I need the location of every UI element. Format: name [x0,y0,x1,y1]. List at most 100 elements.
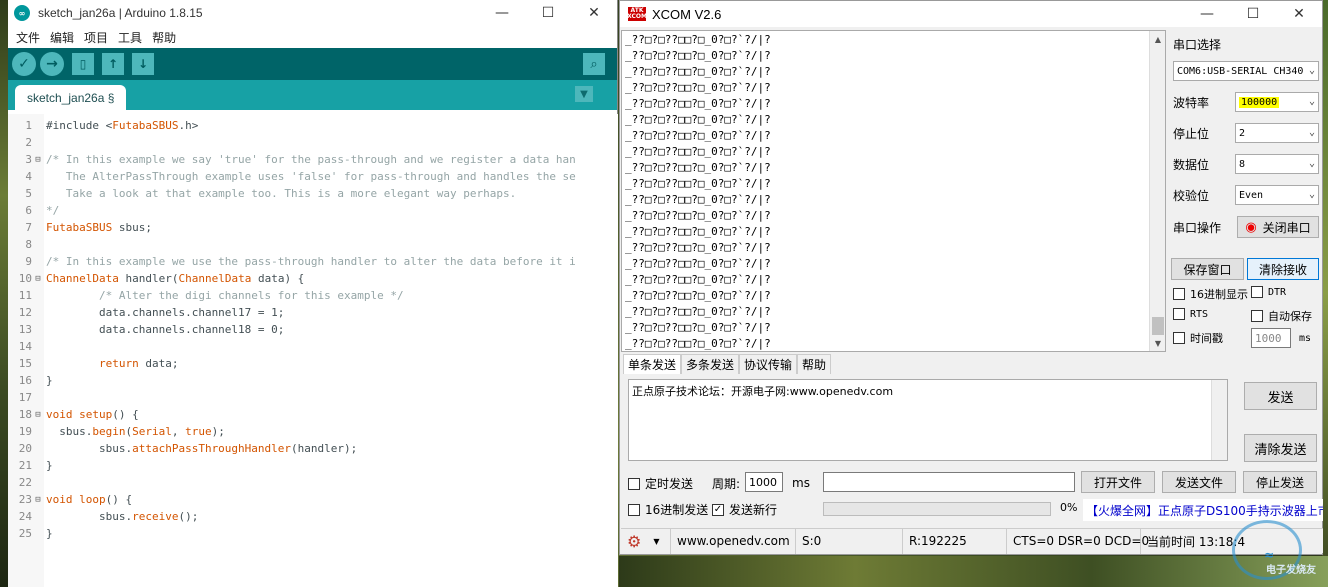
menu-sketch[interactable]: 项目 [79,29,113,46]
fold-icon[interactable]: ⊟ [32,495,44,505]
send-newline-checkbox[interactable]: ✓ 发送新行 [712,501,777,518]
tab-protocol[interactable]: 协议传输 [739,354,798,374]
xcom-minimize-button[interactable]: — [1184,1,1230,27]
receive-line: _??□?□??□□?□_0?□?`?/|? [625,129,771,142]
ad-link[interactable]: 【火爆全网】正点原子DS100手持示波器上市 [1083,499,1323,521]
menu-file[interactable]: 文件 [11,29,45,46]
code-line: 22 [8,474,46,491]
code-text: } [46,374,53,387]
line-number: 8 [25,238,32,251]
baud-select[interactable]: 100000 ⌄ [1235,92,1319,112]
scroll-down-icon[interactable]: ▼ [1150,335,1165,351]
receive-line: _??□?□??□□?□_0?□?`?/|? [625,257,771,270]
chevron-down-icon: ⌄ [1308,96,1315,107]
autosave-checkbox[interactable]: 自动保存 [1251,308,1312,324]
new-file-icon[interactable]: ▯ [72,53,94,75]
line-number: 6 [25,204,32,217]
line-number: 21 [18,459,32,472]
code-text: The AlterPassThrough example uses 'false… [46,170,576,183]
code-text: void loop() { [46,493,133,506]
minimize-button[interactable]: — [479,0,525,26]
data-bits-select[interactable]: 8 ⌄ [1235,154,1319,174]
fold-icon[interactable]: ⊟ [32,410,44,420]
line-number: 10 [18,272,32,285]
close-port-button[interactable]: ◉ 关闭串口 [1237,216,1319,238]
menu-tools[interactable]: 工具 [113,29,147,46]
send-file-button[interactable]: 发送文件 [1162,471,1236,493]
line-number: 11 [18,289,32,302]
timed-send-checkbox[interactable]: 定时发送 [628,475,693,492]
code-line: 9 /* In this example we use the pass-thro… [8,253,575,270]
fold-icon[interactable]: ⊟ [32,155,44,165]
arduino-toolbar: ✓ → ▯ ↑ ↓ ⌕ [8,48,617,80]
code-line: 6 */ [8,202,59,219]
hex-send-checkbox[interactable]: 16进制发送 [628,501,708,518]
timestamp-checkbox[interactable]: 时间戳 [1173,330,1223,346]
gear-icon: ⚙ [627,531,642,551]
receive-line: _??□?□??□□?□_0?□?`?/|? [625,97,771,110]
receive-scrollbar[interactable]: ▲ ▼ [1149,31,1165,351]
settings-gear-menu[interactable]: ⚙ ▼ [621,528,671,554]
timestamp-interval-input[interactable]: 1000 [1251,328,1291,348]
clear-receive-button[interactable]: 清除接收 [1247,258,1319,280]
stop-bits-select[interactable]: 2 ⌄ [1235,123,1319,143]
receive-area[interactable]: _??□?□??□□?□_0?□?`?/|? _??□?□??□□?□_0?□?`… [621,30,1166,352]
maximize-button[interactable]: ☐ [525,0,571,26]
receive-line: _??□?□??□□?□_0?□?`?/|? [625,49,771,62]
code-text: ChannelData handler(ChannelData data) { [46,272,305,285]
clear-send-button[interactable]: 清除发送 [1244,434,1317,462]
arduino-titlebar: ∞ sketch_jan26a | Arduino 1.8.15 — ☐ ✕ [8,0,617,26]
sketch-tab[interactable]: sketch_jan26a § [15,85,127,110]
dtr-checkbox[interactable]: DTR [1251,286,1286,298]
open-file-icon[interactable]: ↑ [102,53,124,75]
menu-help[interactable]: 帮助 [147,29,181,46]
send-scrollbar[interactable] [1211,380,1227,460]
code-line: 25} [8,525,53,542]
serial-settings-panel: 串口选择 COM6:USB-SERIAL CH340 ⌄ 波特率 100000 ⌄ … [1171,30,1321,350]
save-file-icon[interactable]: ↓ [132,53,154,75]
tab-menu-chevron-down-icon[interactable]: ▼ [575,86,593,102]
arduino-menubar: 文件 编辑 项目 工具 帮助 [8,26,617,48]
xcom-close-button[interactable]: ✕ [1276,1,1322,27]
code-line: 19 sbus.begin(Serial, true); [8,423,225,440]
period-input[interactable]: 1000 [745,472,783,492]
code-editor[interactable]: 1 #include <FutabaSBUS.h> 2 3 ⊟/* In this ex… [8,114,618,587]
code-line: 1 #include <FutabaSBUS.h> [8,117,198,134]
serial-monitor-icon[interactable]: ⌕ [583,53,605,75]
tab-help[interactable]: 帮助 [797,354,832,374]
line-number: 14 [18,340,32,353]
receive-line: _??□?□??□□?□_0?□?`?/|? [625,193,771,206]
upload-icon[interactable]: → [40,52,64,76]
port-select[interactable]: COM6:USB-SERIAL CH340 ⌄ [1173,61,1319,81]
hex-display-checkbox[interactable]: 16进制显示 [1173,286,1248,302]
open-file-button[interactable]: 打开文件 [1081,471,1155,493]
stop-send-button[interactable]: 停止发送 [1243,471,1317,493]
file-path-input[interactable] [823,472,1075,492]
close-button[interactable]: ✕ [571,0,617,26]
code-text: return data; [98,357,179,370]
xcom-maximize-button[interactable]: ☐ [1230,1,1276,27]
line-number: 2 [25,136,32,149]
tab-single-send[interactable]: 单条发送 [623,354,682,374]
chevron-down-icon: ⌄ [1308,158,1315,169]
code-line: 7 FutabaSBUS sbus; [8,219,152,236]
send-button[interactable]: 发送 [1244,382,1317,410]
scroll-thumb[interactable] [1152,317,1164,335]
verify-icon[interactable]: ✓ [12,52,36,76]
parity-select[interactable]: Even ⌄ [1235,185,1319,205]
xcom-titlebar: ATK XCOM XCOM V2.6 — ☐ ✕ [620,1,1322,27]
timestamp-unit: ms [1299,333,1312,344]
code-text: data.channels.channel18 = 0; [46,323,285,336]
status-url[interactable]: www.openedv.com [671,528,796,554]
fold-icon[interactable]: ⊟ [32,274,44,284]
save-window-button[interactable]: 保存窗口 [1171,258,1244,280]
watermark-text: 电子发烧友 [1266,565,1316,576]
code-line: 24 sbus.receive(); [8,508,199,525]
send-textarea[interactable]: 正点原子技术论坛：开源电子网:www.openedv.com [628,379,1228,461]
code-text: FutabaSBUS sbus; [46,221,152,234]
code-line: 16} [8,372,53,389]
menu-edit[interactable]: 编辑 [45,29,79,46]
tab-multi-send[interactable]: 多条发送 [681,354,740,374]
rts-checkbox[interactable]: RTS [1173,308,1208,320]
scroll-up-icon[interactable]: ▲ [1150,31,1165,47]
